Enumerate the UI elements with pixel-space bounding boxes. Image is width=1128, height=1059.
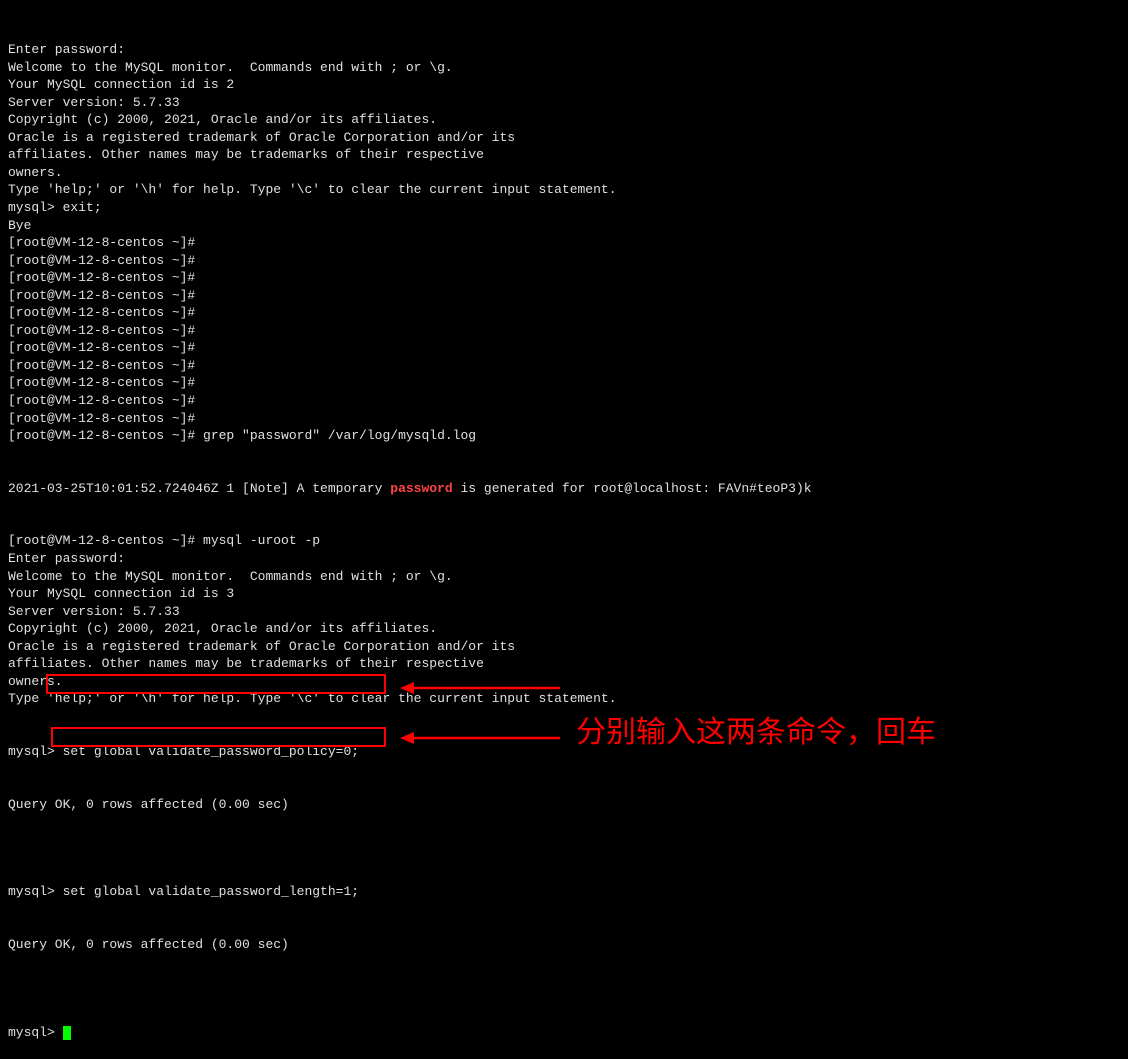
terminal-line: [root@VM-12-8-centos ~]# [8, 234, 1120, 252]
mysql-final-prompt-line: mysql> [8, 1024, 1120, 1042]
terminal-line: [root@VM-12-8-centos ~]# [8, 374, 1120, 392]
terminal-line: [root@VM-12-8-centos ~]# [8, 322, 1120, 340]
terminal-line: Type 'help;' or '\h' for help. Type '\c'… [8, 690, 1120, 708]
terminal-line: [root@VM-12-8-centos ~]# [8, 410, 1120, 428]
terminal-line: Your MySQL connection id is 2 [8, 76, 1120, 94]
terminal-line: Your MySQL connection id is 3 [8, 585, 1120, 603]
terminal-line: Type 'help;' or '\h' for help. Type '\c'… [8, 181, 1120, 199]
terminal-line: [root@VM-12-8-centos ~]# [8, 392, 1120, 410]
cmd2-text: set global validate_password_length=1; [55, 884, 359, 899]
terminal-output[interactable]: Enter password:Welcome to the MySQL moni… [8, 6, 1120, 1059]
terminal-line: owners. [8, 673, 1120, 691]
terminal-line: [root@VM-12-8-centos ~]# [8, 269, 1120, 287]
terminal-note-line: 2021-03-25T10:01:52.724046Z 1 [Note] A t… [8, 480, 1120, 498]
terminal-line: Copyright (c) 2000, 2021, Oracle and/or … [8, 111, 1120, 129]
cursor-icon [63, 1026, 71, 1040]
terminal-line: Bye [8, 217, 1120, 235]
terminal-line: Welcome to the MySQL monitor. Commands e… [8, 568, 1120, 586]
mysql-final-prompt: mysql> [8, 1025, 63, 1040]
terminal-line: owners. [8, 164, 1120, 182]
terminal-line: affiliates. Other names may be trademark… [8, 655, 1120, 673]
result-1: Query OK, 0 rows affected (0.00 sec) [8, 796, 1120, 814]
note-prefix: 2021-03-25T10:01:52.724046Z 1 [Note] A t… [8, 481, 390, 496]
terminal-line: Oracle is a registered trademark of Orac… [8, 129, 1120, 147]
terminal-line: [root@VM-12-8-centos ~]# [8, 304, 1120, 322]
terminal-line: mysql> exit; [8, 199, 1120, 217]
mysql-prompt-1: mysql [8, 744, 47, 759]
terminal-line: [root@VM-12-8-centos ~]# [8, 287, 1120, 305]
terminal-line: affiliates. Other names may be trademark… [8, 146, 1120, 164]
result-2: Query OK, 0 rows affected (0.00 sec) [8, 936, 1120, 954]
cmd1-text: > set global validate_password_policy=0; [47, 744, 359, 759]
terminal-block-1: Enter password:Welcome to the MySQL moni… [8, 41, 1120, 445]
mysql-prompt-2: mysql> [8, 884, 55, 899]
terminal-block-2: [root@VM-12-8-centos ~]# mysql -uroot -p… [8, 532, 1120, 707]
highlighted-password: password [390, 481, 452, 496]
terminal-line: Copyright (c) 2000, 2021, Oracle and/or … [8, 620, 1120, 638]
terminal-line: Enter password: [8, 550, 1120, 568]
terminal-line: [root@VM-12-8-centos ~]# [8, 339, 1120, 357]
mysql-cmd2-line: mysql> set global validate_password_leng… [8, 883, 1120, 901]
terminal-line: Welcome to the MySQL monitor. Commands e… [8, 59, 1120, 77]
terminal-line: Enter password: [8, 41, 1120, 59]
terminal-line: [root@VM-12-8-centos ~]# [8, 357, 1120, 375]
terminal-line: [root@VM-12-8-centos ~]# [8, 252, 1120, 270]
terminal-line: [root@VM-12-8-centos ~]# mysql -uroot -p [8, 532, 1120, 550]
terminal-line: Oracle is a registered trademark of Orac… [8, 638, 1120, 656]
terminal-line: Server version: 5.7.33 [8, 603, 1120, 621]
terminal-line: [root@VM-12-8-centos ~]# grep "password"… [8, 427, 1120, 445]
mysql-cmd1-line: mysql> set global validate_password_poli… [8, 743, 1120, 761]
terminal-line: Server version: 5.7.33 [8, 94, 1120, 112]
note-suffix: is generated for root@localhost: FAVn#te… [453, 481, 812, 496]
